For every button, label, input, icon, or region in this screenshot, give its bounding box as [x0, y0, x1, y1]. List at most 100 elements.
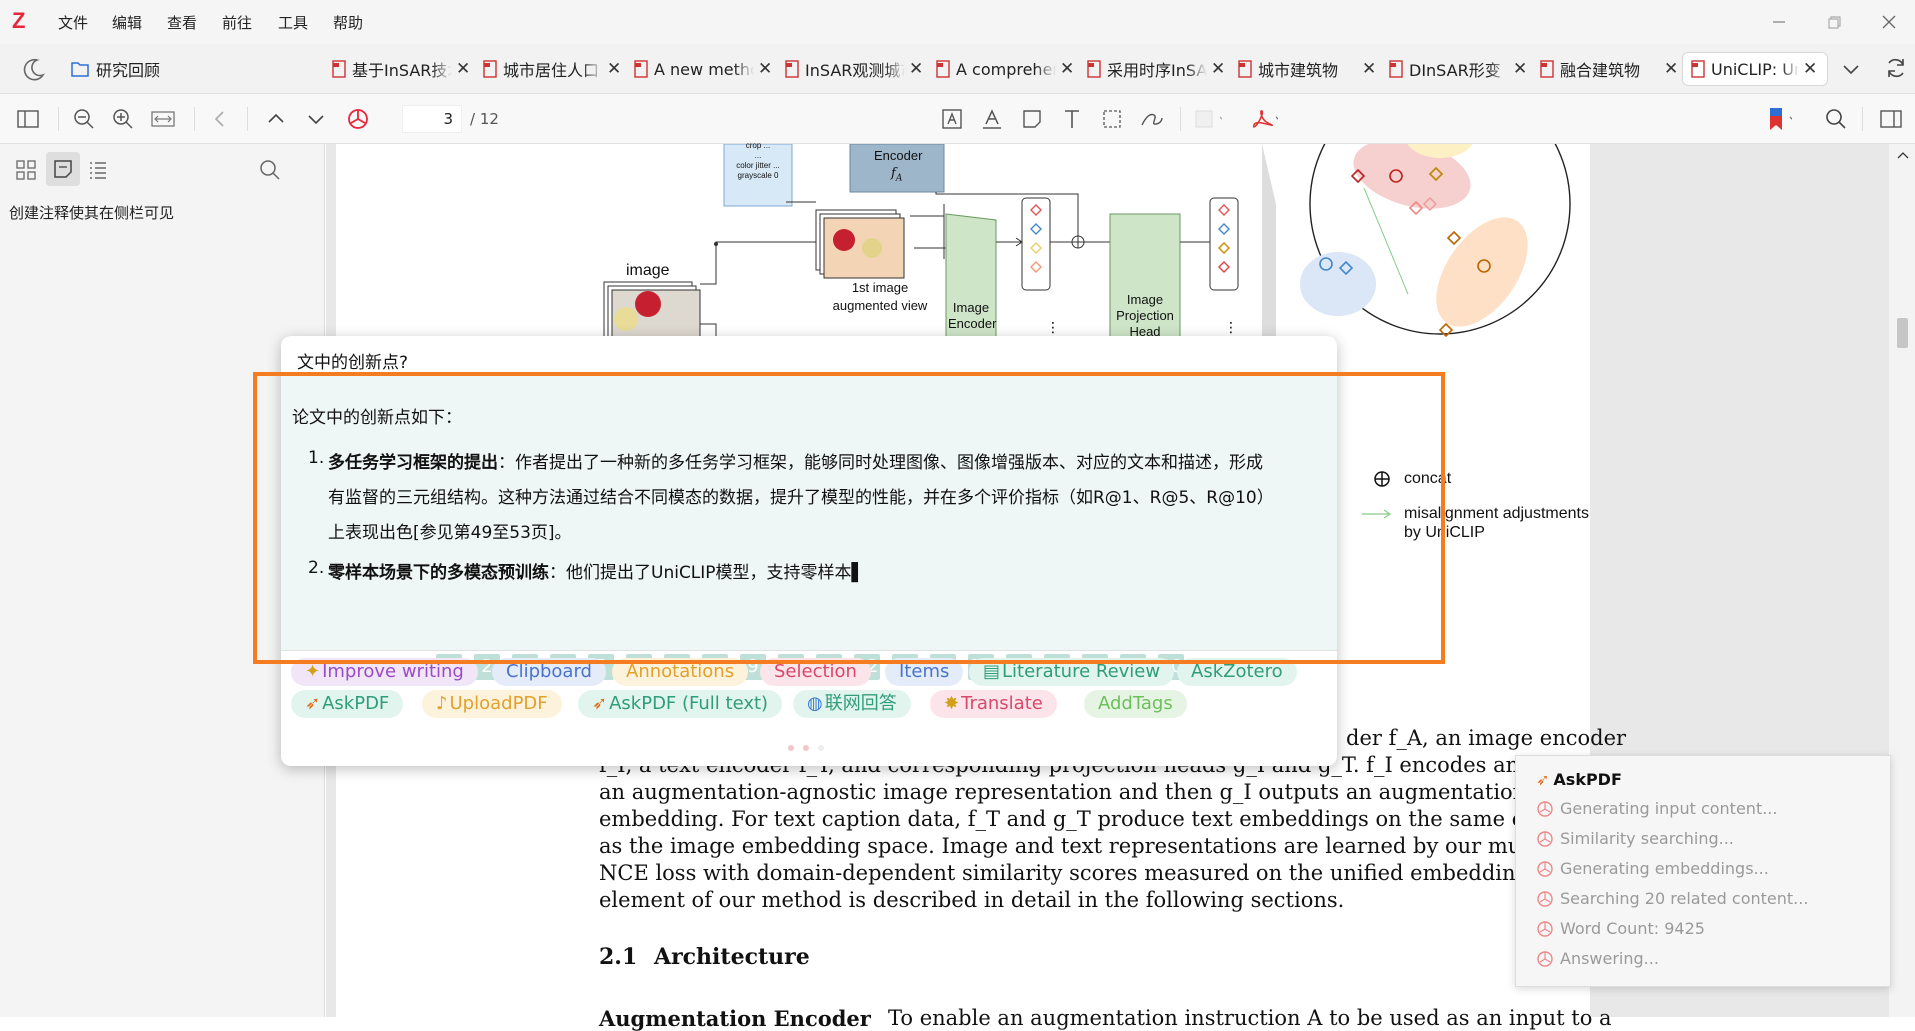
items-button[interactable]: Items [885, 658, 964, 686]
bell-icon: ♪ [436, 693, 448, 714]
pdf-icon [1389, 60, 1403, 78]
section-title: Architecture [654, 944, 810, 970]
askpdf-button[interactable]: ➶ AskPDF [291, 690, 404, 718]
pagination-dots[interactable] [787, 744, 827, 752]
tab-item[interactable]: A new method✕ [634, 52, 772, 86]
rocket-icon: ➶ [592, 693, 608, 714]
pdf-icon [634, 60, 648, 78]
tab-item[interactable]: DInSAR形变 ✕ [1389, 52, 1527, 86]
tab-item[interactable]: A comprehensive✕ [936, 52, 1074, 86]
minimize-icon[interactable] [1767, 10, 1791, 34]
tab-item[interactable]: 城市建筑物 ✕ [1238, 52, 1376, 86]
tab-item[interactable]: 基于InSAR技术✕ [332, 52, 470, 86]
chevron-down-icon[interactable] [1840, 58, 1862, 80]
ask-zotero-button[interactable]: AskZotero [1177, 658, 1297, 686]
close-icon[interactable]: ✕ [1664, 59, 1678, 79]
tab-active[interactable]: UniCLIP: Unified✕ [1682, 52, 1828, 86]
pdf-icon [1691, 60, 1705, 78]
text-box-icon[interactable] [938, 105, 966, 133]
zoom-out-icon[interactable] [70, 105, 98, 133]
note-icon[interactable] [1018, 105, 1046, 133]
list-item-number: 1. [308, 448, 325, 468]
acrobat-icon[interactable] [1250, 105, 1278, 133]
annotations-tab-icon[interactable] [46, 152, 80, 186]
translate-button[interactable]: ✸ Translate [930, 690, 1057, 718]
gpt-icon[interactable] [344, 105, 372, 133]
thumbnails-icon[interactable] [14, 158, 38, 182]
menu-edit[interactable]: 编辑 [112, 12, 142, 33]
toggle-context-pane-icon[interactable] [1877, 105, 1905, 133]
askpdf-status-panel: ➶ AskPDF Generating input content... Simi… [1515, 755, 1891, 987]
close-icon[interactable]: ✕ [758, 59, 772, 79]
selection-button[interactable]: Selection [760, 658, 871, 686]
sidebar-search-icon[interactable] [258, 158, 282, 182]
pdf-icon [1087, 60, 1101, 78]
menu-view[interactable]: 查看 [167, 12, 197, 33]
add-tags-button[interactable]: AddTags [1084, 690, 1187, 718]
sync-icon[interactable] [1884, 56, 1908, 80]
next-page-icon[interactable] [302, 105, 330, 133]
sparkle-icon: ✦ [305, 661, 321, 682]
ink-icon[interactable] [1138, 105, 1166, 133]
scrollbar[interactable] [1889, 144, 1915, 1017]
pdf-icon [1540, 60, 1554, 78]
tab-item[interactable]: InSAR观测城市✕ [785, 52, 923, 86]
close-icon[interactable]: ✕ [1211, 59, 1225, 79]
list-item-line: 有监督的三元组结构。这种方法通过结合不同模态的数据，提升了模型的性能，并在多个评… [328, 488, 1274, 508]
restore-icon[interactable] [1822, 10, 1846, 34]
pdf-icon [1238, 60, 1252, 78]
list-item-line: 上表现出色[参见第49至53页]。 [328, 523, 572, 543]
search-icon[interactable] [1822, 105, 1850, 133]
gpt-icon [1537, 950, 1553, 967]
aug-encoder-label: Encoder [874, 148, 923, 163]
close-icon[interactable]: ✕ [1060, 59, 1074, 79]
scroll-thumb[interactable] [1897, 318, 1908, 348]
tab-library[interactable]: 研究回顾 [70, 52, 160, 86]
outline-icon[interactable] [86, 158, 110, 182]
status-step: Word Count: 9425 [1536, 919, 1705, 938]
close-icon[interactable]: ✕ [607, 59, 621, 79]
scroll-up-icon[interactable] [1897, 150, 1909, 160]
list-item: 多任务学习框架的提出：作者提出了一种新的多任务学习框架，能够同时处理图像、图像增… [328, 453, 1263, 473]
close-icon[interactable]: ✕ [909, 59, 923, 79]
close-icon[interactable]: ✕ [456, 59, 470, 79]
color-picker-icon[interactable] [1194, 105, 1222, 133]
back-icon[interactable] [206, 105, 234, 133]
bookmark-icon[interactable] [1764, 105, 1792, 133]
projection-head-label: Image Projection Head [1116, 292, 1174, 339]
upload-pdf-button[interactable]: ♪ UploadPDF [422, 690, 562, 718]
select-area-icon[interactable] [1098, 105, 1126, 133]
web-answer-button[interactable]: ◍ 联网回答 [793, 690, 911, 718]
status-step: Generating embeddings... [1536, 859, 1769, 878]
tab-item[interactable]: 城市居住人口 ✕ [483, 52, 621, 86]
clipboard-button[interactable]: Clipboard [492, 658, 606, 686]
toggle-sidebar-icon[interactable] [14, 105, 42, 133]
close-window-icon[interactable] [1877, 10, 1901, 34]
zoom-in-icon[interactable] [109, 105, 137, 133]
improve-writing-button[interactable]: ✦ Improve writing [291, 658, 478, 686]
fit-width-icon[interactable] [149, 105, 177, 133]
globe-icon: ◍ [807, 693, 823, 714]
highlight-text-icon[interactable] [978, 105, 1006, 133]
gpt-icon [1537, 800, 1553, 817]
text-icon[interactable] [1058, 105, 1086, 133]
close-icon[interactable]: ✕ [1362, 59, 1376, 79]
annotations-button[interactable]: Annotations [612, 658, 749, 686]
page-number-input[interactable] [402, 105, 462, 133]
moon-icon[interactable] [20, 56, 46, 82]
question-text[interactable]: 文中的创新点? [297, 348, 408, 373]
close-icon[interactable]: ✕ [1513, 59, 1527, 79]
ai-answer-popup: 文中的创新点? 论文中的创新点如下： 1. 多任务学习框架的提出：作者提出了一种… [281, 336, 1337, 766]
status-step: Similarity searching... [1536, 829, 1734, 848]
menu-go[interactable]: 前往 [222, 12, 252, 33]
previous-page-icon[interactable] [262, 105, 290, 133]
close-icon[interactable]: ✕ [1803, 59, 1817, 79]
askpdf-full-text-button[interactable]: ➶ AskPDF (Full text) [578, 690, 783, 718]
menu-help[interactable]: 帮助 [333, 12, 363, 33]
menu-tools[interactable]: 工具 [278, 12, 308, 33]
tab-item[interactable]: 采用时序InSAR✕ [1087, 52, 1225, 86]
literature-review-button[interactable]: ▤ Literature Review [969, 658, 1175, 686]
folder-icon [71, 62, 89, 77]
menu-file[interactable]: 文件 [58, 12, 88, 33]
tab-item[interactable]: 融合建筑物 ✕ [1540, 52, 1678, 86]
